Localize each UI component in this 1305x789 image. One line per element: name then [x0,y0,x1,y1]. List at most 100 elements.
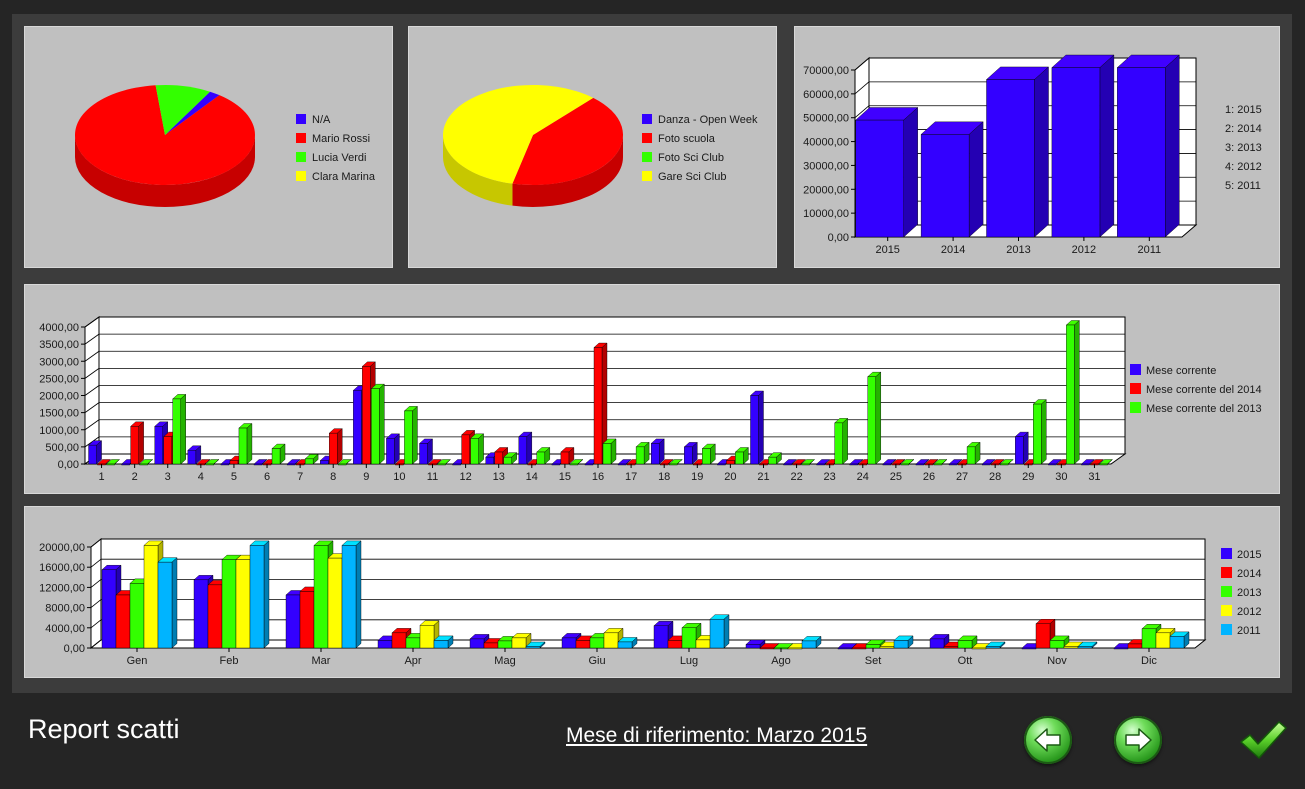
reference-month-link[interactable]: Mese di riferimento: Marzo 2015 [566,724,867,748]
bar [900,463,910,466]
x-tick-label: 27 [956,471,968,483]
bar [768,456,777,465]
bar [1066,324,1075,465]
x-tick-label: 9 [363,471,369,483]
bar [560,451,570,465]
bar [667,640,683,649]
previous-button[interactable] [1024,716,1072,764]
bar [157,561,173,649]
monthly-bar-chart-panel: 0,00 4000,00 8000,00 12000,00 16000,00 20000,… [24,506,1280,678]
y-tick-label: 60000,00 [803,89,849,101]
x-tick-label: 16 [592,471,604,483]
bar-side [138,421,144,465]
bar [920,134,970,238]
bar-side [1099,54,1115,238]
bar-side [842,417,848,465]
bar [419,443,428,465]
bar [1049,640,1065,649]
bar-side [379,383,385,465]
pie-chart-photographers: N/A Mario Rossi Lucia Verdi Clara Marina [75,85,376,207]
bar [882,463,892,466]
bar [1051,67,1101,238]
y-tick-label: 4000,00 [45,623,85,635]
bar-side [180,393,186,465]
bar [121,463,130,466]
x-tick-label: 2015 [875,244,899,256]
x-tick-label: 5 [231,471,237,483]
x-tick-label: 10 [393,471,405,483]
bar [433,640,449,649]
bar [1077,646,1093,649]
x-tick-label: Ott [958,655,973,667]
daily-bar-chart-panel: 0,00 500,00 1000,00 1500,00 2000,00 2500,00 30… [24,284,1280,494]
y-tick-label: 20000,00 [39,542,85,554]
bar-side [610,438,617,465]
legend-label: Mese corrente del 2014 [1146,384,1262,396]
bar [229,460,239,465]
x-tick-label: Feb [220,655,239,667]
legend-swatch [642,114,652,124]
bar [603,632,619,649]
bar [469,638,485,649]
bar-side [394,433,400,465]
bar [653,625,669,649]
x-tick-label: Dic [1141,655,1157,667]
legend-label: 3: 2013 [1225,142,1262,154]
bar-side [526,431,533,465]
x-tick-label: 28 [989,471,1001,483]
pie-chart-panel-1: N/A Mario Rossi Lucia Verdi Clara Marina [24,26,393,268]
x-tick-label: 11 [427,471,438,483]
x-tick-label: 26 [923,471,935,483]
bar [503,456,512,465]
bar [1015,436,1024,465]
bar [286,463,296,466]
bar [1048,463,1057,466]
page-title: Report scatti [28,714,180,744]
bar-side [1034,66,1049,238]
bar [750,395,759,465]
y-tick-label: 16000,00 [39,562,85,574]
bar [404,410,413,465]
confirm-button[interactable] [1238,718,1288,762]
bar [1063,646,1079,649]
x-tick-label: Mar [312,655,331,667]
bar [1117,67,1166,238]
bar [717,463,726,466]
x-tick-label: 20 [724,471,736,483]
bar [726,460,735,465]
bar [816,463,825,466]
bar [855,119,904,238]
y-tick-label: 0,00 [58,459,79,471]
bar [971,647,987,650]
legend-label: 4: 2012 [1225,161,1262,173]
bar-side [1074,320,1080,465]
bar [1099,463,1108,466]
bar [470,438,479,465]
x-tick-label: 31 [1088,471,1100,483]
daily-bar-chart: 0,00 500,00 1000,00 1500,00 2000,00 2500,00 30… [39,316,1262,483]
bar [419,625,435,649]
bar [617,641,633,649]
bar [695,639,711,649]
bar [837,647,853,650]
legend-swatch [296,152,306,162]
x-tick-label: 22 [790,471,802,483]
bar [1113,647,1129,650]
y-tick-label: 10000,00 [803,208,849,220]
y-tick-label: 20000,00 [803,184,849,196]
next-button[interactable] [1114,716,1162,764]
legend-label: Foto Sci Club [658,152,724,164]
x-tick-label: 13 [493,471,505,483]
x-tick-label: 12 [459,471,471,483]
legend-swatch [296,171,306,181]
arrow-left-icon [1034,728,1061,752]
bar [745,644,761,649]
monthly-bar-chart: 0,00 4000,00 8000,00 12000,00 16000,00 20000,… [39,537,1261,667]
x-tick-label: 14 [526,471,538,483]
legend-swatch [296,133,306,143]
bar [271,448,281,465]
bar [143,545,159,649]
bar [602,443,612,465]
y-tick-label: 50000,00 [803,113,849,125]
bar-side [658,438,665,465]
